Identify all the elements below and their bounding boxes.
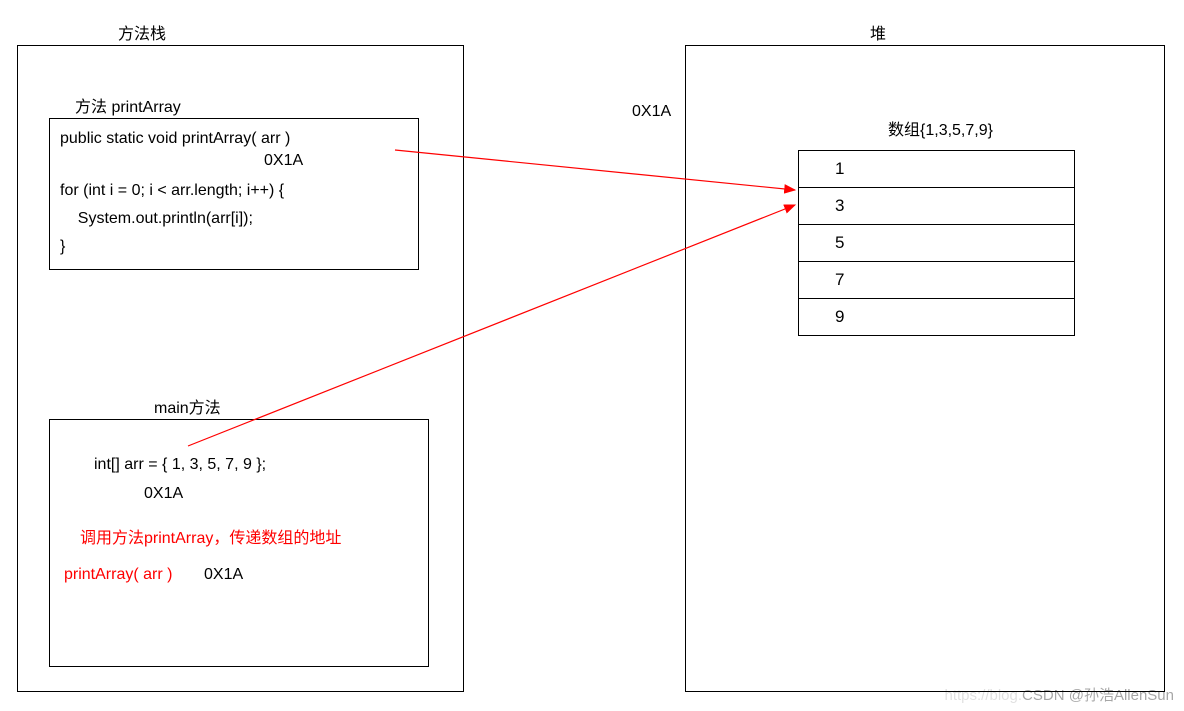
heap-cell-1: 3	[799, 188, 1075, 225]
heap-array-table: 1 3 5 7 9	[798, 150, 1075, 336]
watermark: https://blog.CSDN @孙浩AllenSun	[944, 684, 1174, 705]
heap-cell-2: 5	[799, 225, 1075, 262]
printarray-addr: 0X1A	[264, 152, 303, 170]
heap-title: 堆	[870, 20, 886, 44]
stack-title: 方法栈	[118, 20, 166, 44]
main-addr: 0X1A	[144, 485, 183, 503]
watermark-text: CSDN @孙浩AllenSun	[1022, 687, 1174, 704]
printarray-line3: System.out.println(arr[i]);	[60, 210, 253, 228]
watermark-faint: https://blog.	[944, 687, 1022, 704]
heap-cell-0: 1	[799, 151, 1075, 188]
heap-pointer-label: 0X1A	[632, 103, 671, 121]
printarray-header: 方法 printArray	[75, 93, 181, 117]
main-note: 调用方法printArray，传递数组的地址	[80, 524, 341, 548]
heap-cell-3: 7	[799, 262, 1075, 299]
main-call-addr: 0X1A	[204, 566, 243, 584]
heap-cell-4: 9	[799, 299, 1075, 336]
main-line1: int[] arr = { 1, 3, 5, 7, 9 };	[94, 456, 266, 474]
printarray-line2: for (int i = 0; i < arr.length; i++) {	[60, 182, 284, 200]
main-call: printArray( arr )	[64, 566, 172, 584]
heap-array-title: 数组{1,3,5,7,9}	[888, 116, 993, 140]
main-header: main方法	[154, 394, 221, 418]
heap-box	[685, 45, 1165, 692]
printarray-line1: public static void printArray( arr )	[60, 130, 290, 148]
printarray-line4: }	[60, 238, 65, 256]
